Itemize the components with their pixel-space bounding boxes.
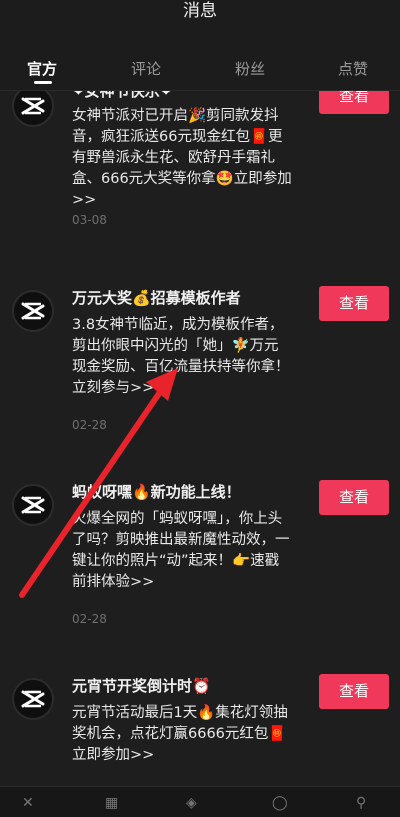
- tab-official[interactable]: 官方: [27, 58, 57, 79]
- close-icon[interactable]: ✕: [22, 795, 34, 811]
- message-card: 元宵节开奖倒计时⏰ 元宵节活动最后1天🔥集花灯领抽奖机会，点花灯赢6666元红包…: [0, 672, 400, 786]
- film-icon[interactable]: ▦: [105, 795, 118, 811]
- message-body[interactable]: 火爆全网的「蚂蚁呀嘿」，你上头了吗？剪映推出最新魔性动效，一键让你的照片“动”起…: [72, 509, 292, 593]
- message-list[interactable]: ❤女神节快乐❤ 女神节派对已开启🎉剪同款发抖音，疯狂派送66元现金红包🧧更有野兽…: [0, 91, 400, 786]
- message-date: 02-28: [72, 418, 107, 432]
- capcut-logo-icon[interactable]: [12, 678, 54, 720]
- message-card: ❤女神节快乐❤ 女神节派对已开启🎉剪同款发抖音，疯狂派送66元现金红包🧧更有野兽…: [0, 91, 400, 247]
- capcut-logo-icon[interactable]: [12, 484, 54, 526]
- message-card: 万元大奖💰招募模板作者 3.8女神节临近，成为模板作者，剪出你眼中闪光的「她」🧚…: [0, 284, 400, 444]
- tab-likes[interactable]: 点赞: [338, 58, 368, 79]
- message-title: ❤女神节快乐❤: [72, 91, 173, 100]
- message-body[interactable]: 女神节派对已开启🎉剪同款发抖音，疯狂派送66元现金红包🧧更有野兽派永生花、欧舒丹…: [72, 106, 292, 211]
- message-title: 万元大奖💰招募模板作者: [72, 289, 241, 307]
- message-date: 02-28: [72, 612, 107, 626]
- capcut-logo-icon[interactable]: [12, 91, 54, 127]
- message-title: 蚂蚁呀嘿🔥新功能上线！: [72, 483, 241, 501]
- active-tab-indicator: [34, 81, 52, 84]
- layers-icon[interactable]: ◈: [186, 795, 197, 811]
- search-icon[interactable]: ⚲: [356, 795, 366, 811]
- message-date: 03-08: [72, 213, 107, 227]
- tab-comments[interactable]: 评论: [131, 58, 161, 79]
- message-body[interactable]: 元宵节活动最后1天🔥集花灯领抽奖机会，点花灯赢6666元红包🧧立即参加>>: [72, 703, 292, 766]
- tab-fans[interactable]: 粉丝: [235, 58, 265, 79]
- page-title: 消息: [183, 1, 217, 21]
- tab-bar: 官方 评论 粉丝 点赞: [0, 40, 400, 91]
- message-card: 蚂蚁呀嘿🔥新功能上线！ 火爆全网的「蚂蚁呀嘿」，你上头了吗？剪映推出最新魔性动效…: [0, 478, 400, 638]
- message-body[interactable]: 3.8女神节临近，成为模板作者，剪出你眼中闪光的「她」🧚万元现金奖励、百亿流量扶…: [72, 315, 292, 399]
- view-button[interactable]: 查看: [319, 674, 389, 709]
- circle-icon[interactable]: ◯: [272, 795, 288, 811]
- message-title: 元宵节开奖倒计时⏰: [72, 677, 211, 695]
- capcut-logo-icon[interactable]: [12, 290, 54, 332]
- view-button[interactable]: 查看: [319, 91, 389, 114]
- view-button[interactable]: 查看: [319, 286, 389, 321]
- top-bar: 消息: [0, 0, 400, 40]
- view-button[interactable]: 查看: [319, 480, 389, 515]
- bottom-nav: ✕ ▦ ◈ ◯ ⚲: [0, 786, 400, 817]
